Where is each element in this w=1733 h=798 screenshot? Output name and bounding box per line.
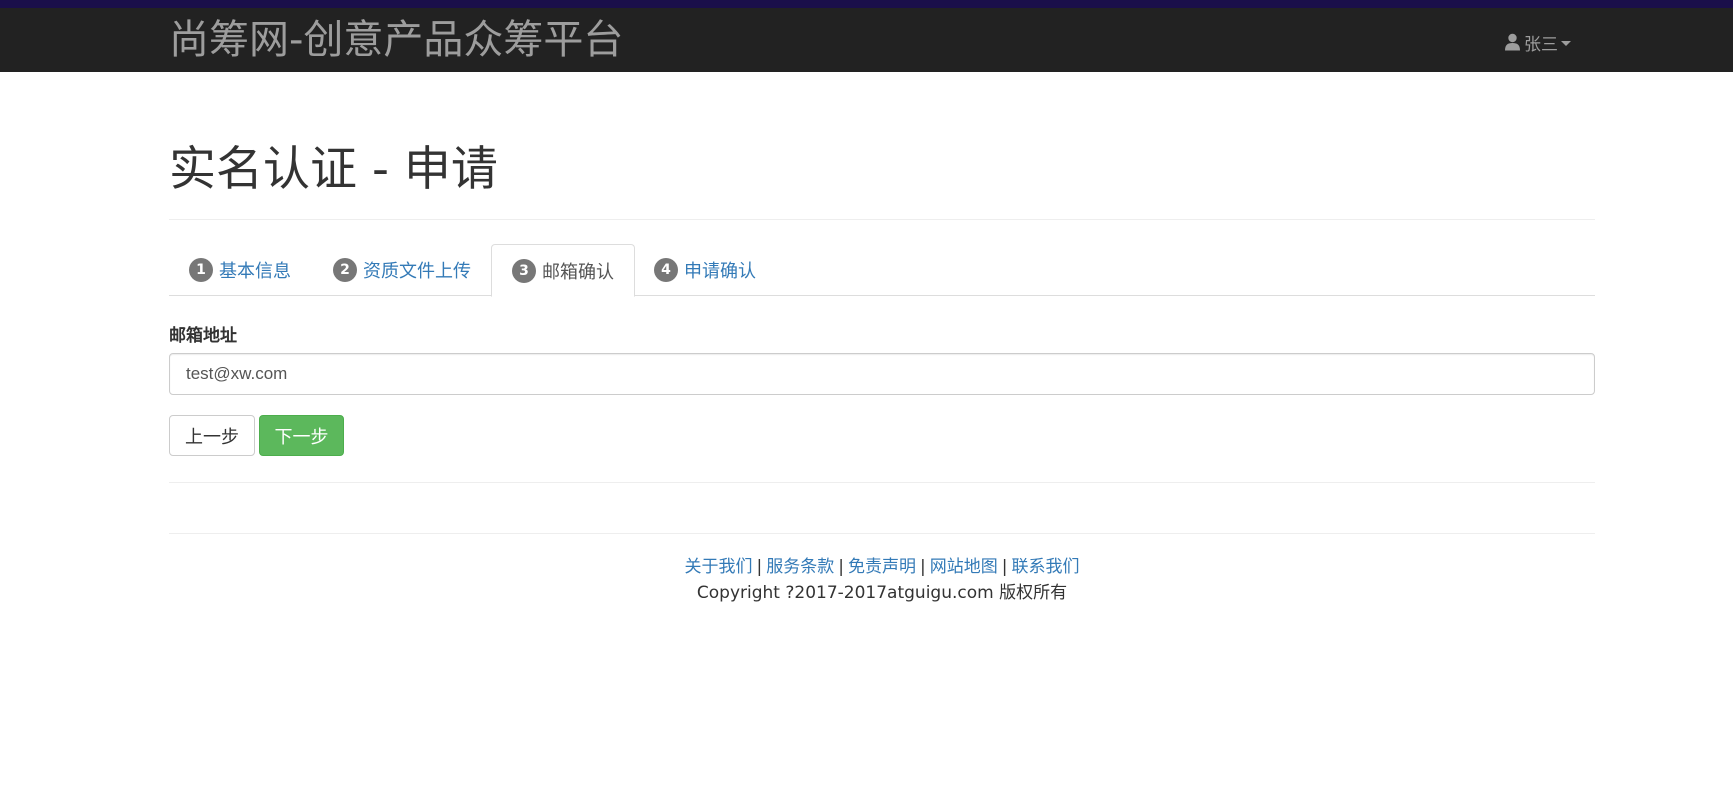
footer-link-about[interactable]: 关于我们 bbox=[685, 557, 753, 577]
step-badge: 4 bbox=[654, 258, 678, 282]
caret-down-icon bbox=[1561, 40, 1571, 46]
tab-basic-info[interactable]: 1 基本信息 bbox=[169, 244, 311, 296]
footer-link-terms[interactable]: 服务条款 bbox=[766, 557, 834, 577]
page-title: 实名认证 - 申请 bbox=[169, 142, 498, 197]
footer-link-contact[interactable]: 联系我们 bbox=[1011, 557, 1079, 577]
user-menu-dropdown[interactable]: 张三 bbox=[1504, 30, 1571, 55]
tab-document-upload[interactable]: 2 资质文件上传 bbox=[313, 244, 491, 296]
step-badge: 2 bbox=[333, 258, 357, 282]
user-name: 张三 bbox=[1524, 34, 1558, 55]
navbar: 尚筹网-创意产品众筹平台 张三 bbox=[0, 8, 1733, 72]
copyright-text: Copyright ?2017-2017atguigu.com 版权所有 bbox=[696, 583, 1068, 603]
prev-step-button[interactable]: 上一步 bbox=[169, 415, 255, 456]
tab-application-confirm[interactable]: 4 申请确认 bbox=[634, 244, 776, 296]
tab-label: 基本信息 bbox=[219, 261, 291, 282]
footer-separator: | bbox=[756, 557, 763, 577]
email-field[interactable] bbox=[169, 353, 1595, 395]
top-strip bbox=[0, 0, 1733, 8]
tab-label: 邮箱确认 bbox=[542, 261, 614, 283]
title-divider bbox=[169, 219, 1595, 220]
next-step-button[interactable]: 下一步 bbox=[259, 415, 344, 456]
email-label: 邮箱地址 bbox=[169, 326, 237, 346]
brand-link[interactable]: 尚筹网-创意产品众筹平台 bbox=[169, 17, 623, 63]
footer-divider bbox=[169, 533, 1595, 534]
footer-separator: | bbox=[920, 557, 926, 577]
step-badge: 1 bbox=[189, 258, 213, 282]
footer-link-disclaimer[interactable]: 免责声明 bbox=[848, 557, 916, 577]
user-icon bbox=[1505, 33, 1520, 51]
step-badge: 3 bbox=[512, 258, 536, 283]
footer-links: 关于我们 | 服务条款 | 免责声明 | 网站地图 | 联系我们 bbox=[169, 552, 1595, 577]
footer-separator: | bbox=[838, 557, 844, 577]
tab-label: 资质文件上传 bbox=[363, 261, 471, 282]
form-divider bbox=[169, 482, 1595, 483]
tab-label: 申请确认 bbox=[684, 261, 756, 282]
step-tabs: 1 基本信息 2 资质文件上传 3 邮箱确认 4 申请确认 bbox=[169, 244, 1595, 297]
footer-separator: | bbox=[1001, 557, 1008, 577]
footer-link-sitemap[interactable]: 网站地图 bbox=[930, 557, 998, 577]
tab-email-confirm[interactable]: 3 邮箱确认 bbox=[491, 244, 635, 297]
